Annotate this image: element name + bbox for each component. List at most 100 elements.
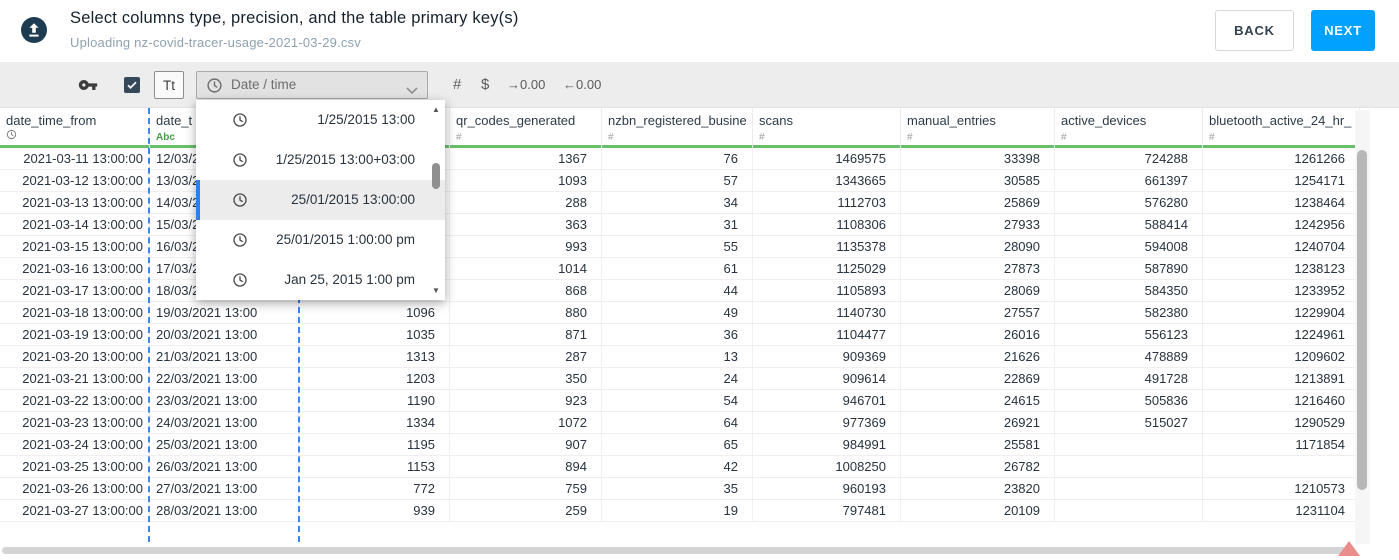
clock-icon	[233, 113, 247, 127]
table-cell: 1135378	[753, 236, 901, 257]
table-cell: 515027	[1055, 412, 1203, 433]
column-name: scans	[759, 113, 793, 128]
column-type-select[interactable]: Date / time	[196, 71, 428, 99]
table-row: 2021-03-26 13:00:00 27/03/2021 13:00 772 75…	[0, 478, 1360, 500]
date-format-option[interactable]: 1/25/2015 13:00	[196, 100, 445, 140]
table-cell: 1093	[450, 170, 602, 191]
upload-cloud-icon	[21, 17, 47, 43]
date-format-option[interactable]: 25/01/2015 13:00:00	[196, 180, 445, 220]
table-cell: 946701	[753, 390, 901, 411]
table-cell: 1242956	[1203, 214, 1360, 235]
table-cell: 2021-03-19 13:00:00	[0, 324, 150, 345]
table-cell: 1035	[299, 324, 450, 345]
table-cell: 1240704	[1203, 236, 1360, 257]
table-cell: 21626	[901, 346, 1055, 367]
currency-type-button[interactable]: $	[481, 62, 489, 108]
table-cell: 288	[450, 192, 602, 213]
column-header-nzbn_registered_busine[interactable]: nzbn_registered_busine #	[602, 108, 753, 148]
selected-option-indicator	[196, 180, 200, 220]
check-icon	[127, 81, 137, 89]
clock-icon	[232, 152, 248, 173]
scroll-down-icon[interactable]: ▼	[432, 286, 440, 295]
table-row: 2021-03-18 13:00:00 19/03/2021 13:00 1096 8…	[0, 302, 1360, 324]
table-cell: 24	[602, 368, 753, 389]
date-format-option[interactable]: 25/01/2015 1:00:00 pm	[196, 220, 445, 260]
column-header-scans[interactable]: scans #	[753, 108, 901, 148]
column-header-bluetooth_active_24_hr_[interactable]: bluetooth_active_24_hr_ #	[1203, 108, 1360, 148]
primary-key-icon[interactable]	[78, 75, 98, 95]
table-cell: 1171854	[1203, 434, 1360, 455]
decrease-decimals-button[interactable]: ←0.00	[563, 62, 601, 108]
table-cell: 259	[450, 500, 602, 521]
chevron-down-icon	[406, 82, 418, 100]
clock-icon	[232, 112, 248, 133]
clock-icon	[233, 233, 247, 247]
next-button[interactable]: NEXT	[1311, 10, 1375, 51]
horizontal-scroll-thumb[interactable]	[2, 547, 1346, 554]
table-cell: 2021-03-18 13:00:00	[0, 302, 150, 323]
table-cell: 1096	[299, 302, 450, 323]
table-cell: 1108306	[753, 214, 901, 235]
table-cell: 76	[602, 148, 753, 169]
table-cell: 909614	[753, 368, 901, 389]
table-cell: 2021-03-25 13:00:00	[0, 456, 150, 477]
back-button[interactable]: BACK	[1215, 10, 1294, 51]
table-row: 2021-03-25 13:00:00 26/03/2021 13:00 1153 8…	[0, 456, 1360, 478]
table-cell: 505836	[1055, 390, 1203, 411]
table-cell: 582380	[1055, 302, 1203, 323]
column-type-indicator	[6, 129, 17, 143]
table-cell: 27557	[901, 302, 1055, 323]
quality-bar	[1055, 145, 1202, 148]
upload-status-text: Uploading nz-covid-tracer-usage-2021-03-…	[70, 35, 362, 50]
table-cell: 960193	[753, 478, 901, 499]
column-header-date_time_from[interactable]: date_time_from	[0, 108, 150, 148]
table-cell: 1104477	[753, 324, 901, 345]
table-cell: 42	[602, 456, 753, 477]
csv-import-wizard: Select columns type, precision, and the …	[0, 0, 1399, 560]
increase-decimals-button[interactable]: →0.00	[507, 62, 545, 108]
table-cell: 54	[602, 390, 753, 411]
date-format-option[interactable]: 1/25/2015 13:00+03:00	[196, 140, 445, 180]
table-cell: 1125029	[753, 258, 901, 279]
quality-bar	[602, 145, 752, 148]
column-header-manual_entries[interactable]: manual_entries #	[901, 108, 1055, 148]
table-cell: 1231104	[1203, 500, 1360, 521]
table-cell: 894	[450, 456, 602, 477]
table-cell: 20109	[901, 500, 1055, 521]
quality-bar	[0, 145, 149, 148]
number-type-button[interactable]: #	[453, 62, 461, 108]
table-row: 2021-03-22 13:00:00 23/03/2021 13:00 1190 9…	[0, 390, 1360, 412]
table-cell: 28069	[901, 280, 1055, 301]
table-cell: 1195	[299, 434, 450, 455]
table-cell: 26016	[901, 324, 1055, 345]
table-cell: 2021-03-22 13:00:00	[0, 390, 150, 411]
table-cell: 26921	[901, 412, 1055, 433]
horizontal-scrollbar[interactable]	[0, 546, 1356, 556]
scroll-up-icon[interactable]: ▲	[432, 105, 440, 114]
quality-bar	[901, 145, 1054, 148]
include-column-checkbox[interactable]	[124, 77, 140, 93]
selected-column-left-guide	[148, 108, 150, 542]
table-cell: 1367	[450, 148, 602, 169]
table-cell: 22/03/2021 13:00	[150, 368, 299, 389]
table-cell: 1290529	[1203, 412, 1360, 433]
column-name: nzbn_registered_busine	[608, 113, 747, 128]
column-header-active_devices[interactable]: active_devices #	[1055, 108, 1203, 148]
dropdown-scrollbar[interactable]: ▲ ▼	[430, 103, 442, 297]
table-cell: 57	[602, 170, 753, 191]
table-cell: 49	[602, 302, 753, 323]
column-type-indicator: #	[1061, 132, 1067, 143]
vertical-scroll-thumb[interactable]	[1357, 150, 1367, 490]
table-cell: 594008	[1055, 236, 1203, 257]
column-header-qr_codes_generated[interactable]: qr_codes_generated #	[450, 108, 602, 148]
text-type-button[interactable]: Tt	[154, 71, 184, 99]
date-format-option[interactable]: Jan 25, 2015 1:00 pm	[196, 260, 445, 300]
table-cell: 27873	[901, 258, 1055, 279]
table-cell: 13	[602, 346, 753, 367]
table-cell: 1334	[299, 412, 450, 433]
clock-icon	[206, 77, 223, 99]
table-cell: 880	[450, 302, 602, 323]
dropdown-scroll-thumb[interactable]	[432, 163, 440, 189]
table-cell: 1469575	[753, 148, 901, 169]
vertical-scrollbar[interactable]	[1355, 110, 1370, 544]
